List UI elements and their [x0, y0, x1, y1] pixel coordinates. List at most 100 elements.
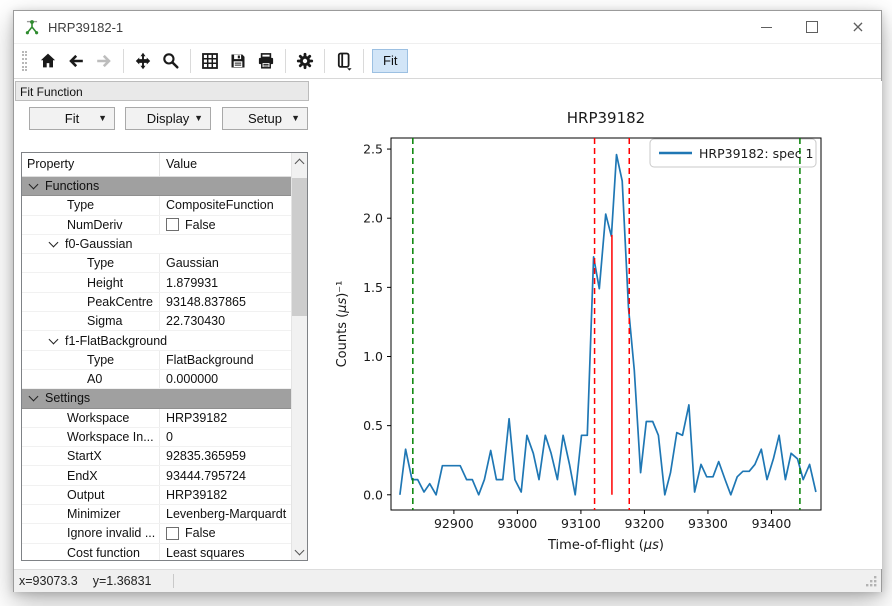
- resize-grip-icon[interactable]: [866, 576, 877, 587]
- numderiv-checkbox[interactable]: [166, 218, 179, 231]
- toolbar-print-button[interactable]: [253, 48, 279, 74]
- collapse-chevron-icon[interactable]: [49, 238, 59, 248]
- prop-row-cost-function[interactable]: Cost functionLeast squares: [22, 544, 291, 561]
- statusbar-separator: [173, 574, 174, 588]
- prop-row-workspace-in[interactable]: Workspace In...0: [22, 428, 291, 447]
- property-name: Workspace In...: [22, 428, 160, 446]
- property-value[interactable]: CompositeFunction: [160, 198, 291, 212]
- toolbar-home-button[interactable]: [35, 48, 61, 74]
- property-value[interactable]: HRP39182: [160, 488, 291, 502]
- title-bar[interactable]: HRP39182-1 ×: [14, 11, 881, 43]
- maximize-button[interactable]: [789, 11, 835, 43]
- property-name: Height: [22, 273, 160, 291]
- property-value[interactable]: Least squares: [160, 546, 291, 560]
- group-row-f1-flatbackground[interactable]: f1-FlatBackground: [22, 331, 291, 350]
- prop-row-output[interactable]: OutputHRP39182: [22, 486, 291, 505]
- property-value[interactable]: 93148.837865: [160, 295, 291, 309]
- property-name: Sigma: [22, 312, 160, 330]
- collapse-chevron-icon[interactable]: [29, 180, 39, 190]
- y-tick-label: 0.5: [363, 418, 383, 433]
- toolbar-pan-button[interactable]: [130, 48, 156, 74]
- prop-row-sigma[interactable]: Sigma22.730430: [22, 312, 291, 331]
- property-name: Ignore invalid ...: [22, 524, 160, 542]
- scrollbar-up-arrow-icon[interactable]: [292, 153, 307, 170]
- scrollbar-down-arrow-icon[interactable]: [292, 543, 307, 560]
- toolbar-back-button[interactable]: [63, 48, 89, 74]
- plot-toolbar: Fit: [14, 43, 881, 79]
- toolbar-separator: [190, 49, 191, 73]
- plot-title: HRP39182: [567, 109, 645, 127]
- property-value[interactable]: Gaussian: [160, 256, 291, 270]
- prop-row-endx[interactable]: EndX93444.795724: [22, 466, 291, 485]
- prop-row-a0[interactable]: A00.000000: [22, 370, 291, 389]
- prop-row-type[interactable]: TypeGaussian: [22, 254, 291, 273]
- cursor-x-readout: x=93073.3: [19, 574, 78, 588]
- property-value[interactable]: HRP39182: [160, 411, 291, 425]
- menu-button-label: Display: [147, 111, 190, 126]
- prop-row-startx[interactable]: StartX92835.365959: [22, 447, 291, 466]
- toolbar-script-button[interactable]: [331, 48, 357, 74]
- scrollbar-thumb[interactable]: [292, 178, 307, 316]
- group-label: Functions: [45, 179, 99, 193]
- toolbar-drag-handle[interactable]: [22, 51, 27, 71]
- collapse-chevron-icon[interactable]: [49, 334, 59, 344]
- prop-row-type[interactable]: TypeFlatBackground: [22, 351, 291, 370]
- prop-row-ignore-invalid[interactable]: Ignore invalid ...False: [22, 524, 291, 543]
- property-value[interactable]: 22.730430: [160, 314, 291, 328]
- prop-row-type[interactable]: TypeCompositeFunction: [22, 196, 291, 215]
- grid-icon: [200, 51, 220, 71]
- fit-property-table: Property Value FunctionsTypeCompositeFun…: [21, 152, 308, 561]
- prop-row-peakcentre[interactable]: PeakCentre93148.837865: [22, 293, 291, 312]
- property-name: Output: [22, 486, 160, 504]
- fit-menu-button[interactable]: Fit▼: [29, 107, 115, 130]
- property-value[interactable]: False: [160, 526, 291, 540]
- toolbar-grid-button[interactable]: [197, 48, 223, 74]
- value-text: 93148.837865: [166, 295, 246, 309]
- property-value[interactable]: 1.879931: [160, 276, 291, 290]
- toolbar-forward-button[interactable]: [91, 48, 117, 74]
- group-row-settings[interactable]: Settings: [22, 389, 291, 408]
- home-icon: [38, 51, 58, 71]
- collapse-chevron-icon[interactable]: [29, 392, 39, 402]
- fit-window: HRP39182-1 × Fit Fit Function Fit▼ Displa…: [13, 10, 882, 592]
- prop-row-numderiv[interactable]: NumDerivFalse: [22, 216, 291, 235]
- property-value[interactable]: 93444.795724: [160, 469, 291, 483]
- toolbar-save-button[interactable]: [225, 48, 251, 74]
- chevron-down-icon: ▼: [194, 108, 203, 129]
- plot-canvas[interactable]: 9290093000931009320093300934000.00.51.01…: [311, 81, 882, 569]
- setup-menu-button[interactable]: Setup▼: [222, 107, 308, 130]
- x-tick-label: 93200: [625, 516, 665, 531]
- group-label: Settings: [45, 391, 90, 405]
- prop-row-minimizer[interactable]: MinimizerLevenberg-Marquardt: [22, 505, 291, 524]
- value-text: Levenberg-Marquardt: [166, 507, 286, 521]
- property-value[interactable]: FlatBackground: [160, 353, 291, 367]
- display-menu-button[interactable]: Display ▼: [125, 107, 211, 130]
- prop-row-height[interactable]: Height1.879931: [22, 273, 291, 292]
- pan-icon: [133, 51, 153, 71]
- minimize-button[interactable]: [743, 11, 789, 43]
- toolbar-zoom-button[interactable]: [158, 48, 184, 74]
- value-text: Gaussian: [166, 256, 219, 270]
- prop-row-workspace[interactable]: WorkspaceHRP39182: [22, 409, 291, 428]
- fit-plot[interactable]: 9290093000931009320093300934000.00.51.01…: [311, 81, 882, 569]
- legend-label: HRP39182: spec 1: [699, 146, 814, 161]
- fit-function-panel-header: Fit Function: [15, 81, 309, 101]
- close-button[interactable]: ×: [835, 11, 881, 43]
- property-value[interactable]: Levenberg-Marquardt: [160, 507, 291, 521]
- property-value[interactable]: False: [160, 218, 291, 232]
- value-text: 0.000000: [166, 372, 218, 386]
- toolbar-fit-toggle-button[interactable]: Fit: [372, 49, 408, 73]
- property-value[interactable]: 0.000000: [160, 372, 291, 386]
- toolbar-gear-button[interactable]: [292, 48, 318, 74]
- script-icon: [334, 51, 354, 71]
- property-value[interactable]: 92835.365959: [160, 449, 291, 463]
- property-name: StartX: [22, 447, 160, 465]
- property-value[interactable]: 0: [160, 430, 291, 444]
- group-row-functions[interactable]: Functions: [22, 177, 291, 196]
- ignore-invalid-checkbox[interactable]: [166, 527, 179, 540]
- group-row-f0-gaussian[interactable]: f0-Gaussian: [22, 235, 291, 254]
- x-tick-label: 92900: [434, 516, 474, 531]
- table-scrollbar[interactable]: [291, 153, 307, 560]
- y-tick-label: 0.0: [363, 487, 383, 502]
- column-header-property: Property: [22, 153, 160, 176]
